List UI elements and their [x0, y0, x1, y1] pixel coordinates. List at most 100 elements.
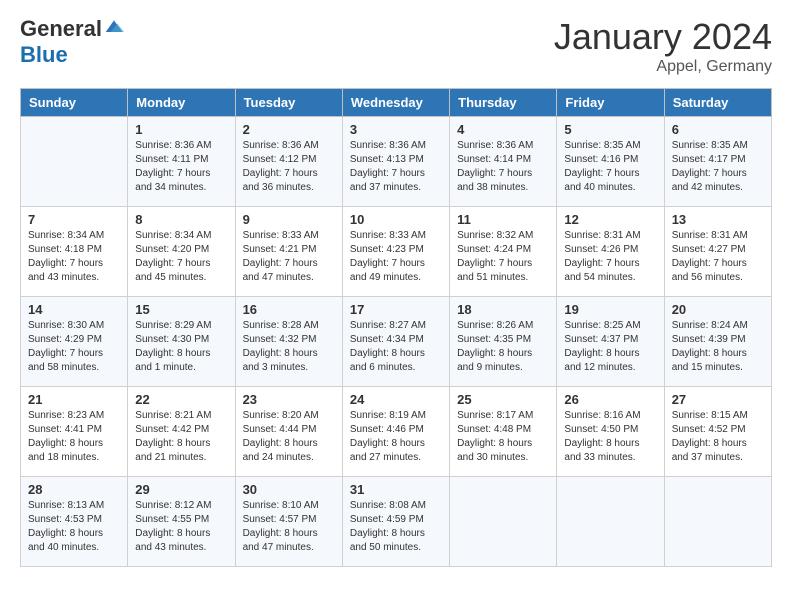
day-info: Sunrise: 8:35 AMSunset: 4:16 PMDaylight:… [564, 139, 656, 195]
calendar-cell [450, 477, 557, 567]
day-number: 8 [135, 212, 227, 227]
calendar-cell: 5 Sunrise: 8:35 AMSunset: 4:16 PMDaylight… [557, 117, 664, 207]
calendar-cell: 28Sunrise: 8:13 AMSunset: 4:53 PMDayligh… [21, 477, 128, 567]
day-info: Sunrise: 8:36 AMSunset: 4:12 PMDaylight:… [243, 139, 335, 195]
day-info: Sunrise: 8:35 AMSunset: 4:17 PMDaylight:… [672, 139, 764, 195]
calendar-cell: 1Sunrise: 8:36 AMSunset: 4:11 PMDaylight… [128, 117, 235, 207]
calendar-cell [557, 477, 664, 567]
day-number: 11 [457, 212, 549, 227]
calendar-table: SundayMondayTuesdayWednesdayThursdayFrid… [20, 88, 772, 567]
calendar-cell: 26Sunrise: 8:16 AMSunset: 4:50 PMDayligh… [557, 387, 664, 477]
day-info: Sunrise: 8:24 AMSunset: 4:39 PMDaylight:… [672, 319, 764, 375]
day-info: Sunrise: 8:29 AMSunset: 4:30 PMDaylight:… [135, 319, 227, 375]
calendar-cell: 10Sunrise: 8:33 AMSunset: 4:23 PMDayligh… [342, 207, 449, 297]
day-number: 10 [350, 212, 442, 227]
calendar-cell: 23 Sunrise: 8:20 AMSunset: 4:44 PMDayligh… [235, 387, 342, 477]
day-number: 15 [135, 302, 227, 317]
day-info: Sunrise: 8:31 AMSunset: 4:26 PMDaylight:… [564, 229, 656, 285]
calendar-cell: 24 Sunrise: 8:19 AMSunset: 4:46 PMDayligh… [342, 387, 449, 477]
week-row-1: 1Sunrise: 8:36 AMSunset: 4:11 PMDaylight… [21, 117, 772, 207]
day-number: 4 [457, 122, 549, 137]
logo-icon [104, 17, 124, 37]
calendar-cell: 27 Sunrise: 8:15 AMSunset: 4:52 PMDayligh… [664, 387, 771, 477]
day-number: 12 [564, 212, 656, 227]
day-info: Sunrise: 8:36 AMSunset: 4:13 PMDaylight:… [350, 139, 442, 195]
weekday-header-thursday: Thursday [450, 89, 557, 117]
week-row-3: 14 Sunrise: 8:30 AMSunset: 4:29 PMDayligh… [21, 297, 772, 387]
day-info: Sunrise: 8:26 AMSunset: 4:35 PMDaylight:… [457, 319, 549, 375]
calendar-cell: 8 Sunrise: 8:34 AMSunset: 4:20 PMDaylight… [128, 207, 235, 297]
day-number: 30 [243, 482, 335, 497]
calendar-cell [664, 477, 771, 567]
day-number: 18 [457, 302, 549, 317]
calendar-cell: 22Sunrise: 8:21 AMSunset: 4:42 PMDayligh… [128, 387, 235, 477]
calendar-cell: 14 Sunrise: 8:30 AMSunset: 4:29 PMDayligh… [21, 297, 128, 387]
calendar-cell: 30 Sunrise: 8:10 AMSunset: 4:57 PMDayligh… [235, 477, 342, 567]
day-info: Sunrise: 8:21 AMSunset: 4:42 PMDaylight:… [135, 409, 227, 465]
day-info: Sunrise: 8:19 AMSunset: 4:46 PMDaylight:… [350, 409, 442, 465]
location: Appel, Germany [554, 58, 772, 76]
day-info: Sunrise: 8:17 AMSunset: 4:48 PMDaylight:… [457, 409, 549, 465]
calendar-cell: 20 Sunrise: 8:24 AMSunset: 4:39 PMDayligh… [664, 297, 771, 387]
calendar-cell: 17Sunrise: 8:27 AMSunset: 4:34 PMDayligh… [342, 297, 449, 387]
day-info: Sunrise: 8:33 AMSunset: 4:21 PMDaylight:… [243, 229, 335, 285]
day-number: 5 [564, 122, 656, 137]
day-info: Sunrise: 8:34 AMSunset: 4:20 PMDaylight:… [135, 229, 227, 285]
day-info: Sunrise: 8:10 AMSunset: 4:57 PMDaylight:… [243, 499, 335, 555]
day-info: Sunrise: 8:32 AMSunset: 4:24 PMDaylight:… [457, 229, 549, 285]
day-number: 28 [28, 482, 120, 497]
calendar-cell: 25 Sunrise: 8:17 AMSunset: 4:48 PMDayligh… [450, 387, 557, 477]
page-header: General Blue January 2024 Appel, Germany [20, 16, 772, 76]
weekday-header-row: SundayMondayTuesdayWednesdayThursdayFrid… [21, 89, 772, 117]
weekday-header-saturday: Saturday [664, 89, 771, 117]
day-info: Sunrise: 8:20 AMSunset: 4:44 PMDaylight:… [243, 409, 335, 465]
calendar-cell: 15 Sunrise: 8:29 AMSunset: 4:30 PMDayligh… [128, 297, 235, 387]
day-info: Sunrise: 8:25 AMSunset: 4:37 PMDaylight:… [564, 319, 656, 375]
day-info: Sunrise: 8:34 AMSunset: 4:18 PMDaylight:… [28, 229, 120, 285]
calendar-cell: 13 Sunrise: 8:31 AMSunset: 4:27 PMDayligh… [664, 207, 771, 297]
week-row-2: 7 Sunrise: 8:34 AMSunset: 4:18 PMDaylight… [21, 207, 772, 297]
day-number: 7 [28, 212, 120, 227]
calendar-cell: 31 Sunrise: 8:08 AMSunset: 4:59 PMDayligh… [342, 477, 449, 567]
day-info: Sunrise: 8:08 AMSunset: 4:59 PMDaylight:… [350, 499, 442, 555]
day-number: 2 [243, 122, 335, 137]
day-info: Sunrise: 8:15 AMSunset: 4:52 PMDaylight:… [672, 409, 764, 465]
day-info: Sunrise: 8:30 AMSunset: 4:29 PMDaylight:… [28, 319, 120, 375]
day-number: 21 [28, 392, 120, 407]
calendar-cell: 16 Sunrise: 8:28 AMSunset: 4:32 PMDayligh… [235, 297, 342, 387]
calendar-cell: 21 Sunrise: 8:23 AMSunset: 4:41 PMDayligh… [21, 387, 128, 477]
calendar-cell: 3Sunrise: 8:36 AMSunset: 4:13 PMDaylight… [342, 117, 449, 207]
day-number: 6 [672, 122, 764, 137]
day-number: 27 [672, 392, 764, 407]
day-number: 29 [135, 482, 227, 497]
day-info: Sunrise: 8:12 AMSunset: 4:55 PMDaylight:… [135, 499, 227, 555]
day-number: 14 [28, 302, 120, 317]
calendar-cell [21, 117, 128, 207]
calendar-cell: 7 Sunrise: 8:34 AMSunset: 4:18 PMDaylight… [21, 207, 128, 297]
weekday-header-tuesday: Tuesday [235, 89, 342, 117]
day-info: Sunrise: 8:36 AMSunset: 4:14 PMDaylight:… [457, 139, 549, 195]
day-info: Sunrise: 8:31 AMSunset: 4:27 PMDaylight:… [672, 229, 764, 285]
day-number: 9 [243, 212, 335, 227]
day-number: 24 [350, 392, 442, 407]
week-row-4: 21 Sunrise: 8:23 AMSunset: 4:41 PMDayligh… [21, 387, 772, 477]
calendar-cell: 4 Sunrise: 8:36 AMSunset: 4:14 PMDaylight… [450, 117, 557, 207]
day-number: 16 [243, 302, 335, 317]
day-info: Sunrise: 8:28 AMSunset: 4:32 PMDaylight:… [243, 319, 335, 375]
day-number: 23 [243, 392, 335, 407]
calendar-cell: 9 Sunrise: 8:33 AMSunset: 4:21 PMDaylight… [235, 207, 342, 297]
calendar-cell: 11 Sunrise: 8:32 AMSunset: 4:24 PMDayligh… [450, 207, 557, 297]
calendar-cell: 29 Sunrise: 8:12 AMSunset: 4:55 PMDayligh… [128, 477, 235, 567]
day-number: 1 [135, 122, 227, 137]
day-info: Sunrise: 8:23 AMSunset: 4:41 PMDaylight:… [28, 409, 120, 465]
day-number: 20 [672, 302, 764, 317]
title-block: January 2024 Appel, Germany [554, 16, 772, 76]
month-title: January 2024 [554, 16, 772, 58]
day-number: 25 [457, 392, 549, 407]
day-number: 31 [350, 482, 442, 497]
weekday-header-wednesday: Wednesday [342, 89, 449, 117]
weekday-header-monday: Monday [128, 89, 235, 117]
weekday-header-sunday: Sunday [21, 89, 128, 117]
day-number: 13 [672, 212, 764, 227]
week-row-5: 28Sunrise: 8:13 AMSunset: 4:53 PMDayligh… [21, 477, 772, 567]
